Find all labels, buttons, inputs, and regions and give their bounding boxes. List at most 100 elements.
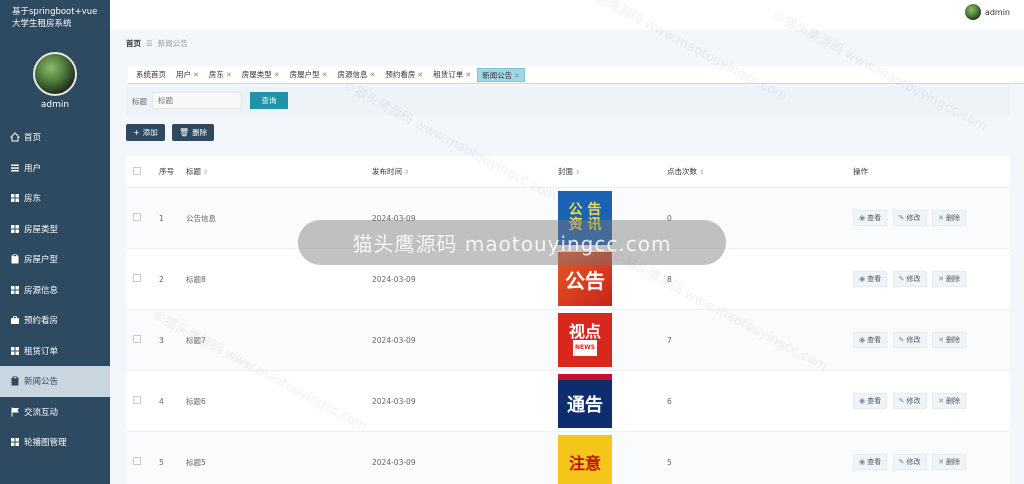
grid-icon bbox=[9, 284, 21, 296]
row-clicks: 8 bbox=[667, 274, 672, 284]
delete-button[interactable]: ✕ 删除 bbox=[932, 454, 966, 470]
edit-button[interactable]: ✎ 修改 bbox=[892, 454, 927, 470]
sort-icon[interactable]: ⇕ bbox=[575, 169, 580, 176]
tag-house-layout[interactable]: 房屋户型 ✕ bbox=[286, 68, 332, 82]
view-button[interactable]: ◉ 查看 bbox=[853, 454, 888, 470]
close-icon[interactable]: ✕ bbox=[193, 71, 199, 79]
edit-icon: ✎ bbox=[898, 275, 905, 283]
edit-button[interactable]: ✎ 修改 bbox=[892, 210, 927, 226]
add-button[interactable]: + 添加 bbox=[126, 124, 165, 141]
clipboard-icon bbox=[9, 253, 21, 265]
close-icon[interactable]: ✕ bbox=[226, 71, 232, 79]
sidebar-item-house-type[interactable]: 房屋类型 bbox=[0, 214, 110, 245]
close-icon[interactable]: ✕ bbox=[417, 71, 423, 79]
header-clicks[interactable]: 点击次数 ⇕ bbox=[667, 166, 853, 177]
breadcrumb-home[interactable]: 首页 bbox=[126, 39, 141, 48]
tag-orders[interactable]: 租赁订单 ✕ bbox=[429, 68, 475, 82]
tag-users[interactable]: 用户 ✕ bbox=[172, 68, 203, 82]
avatar[interactable] bbox=[33, 52, 77, 96]
admin-name: admin bbox=[40, 100, 70, 110]
row-clicks: 5 bbox=[667, 457, 672, 467]
sidebar-menu: 首页 用户 房东 房屋类型 房屋户型 房源信息 预约看房 租赁订单 新闻公告 交… bbox=[0, 122, 110, 458]
search-input[interactable] bbox=[152, 92, 242, 109]
view-button[interactable]: ◉ 查看 bbox=[853, 210, 888, 226]
edit-icon: ✎ bbox=[898, 214, 905, 222]
row-no: 2 bbox=[159, 274, 164, 284]
grid-icon bbox=[9, 223, 21, 235]
table-row: 3 标题7 2024-03-09 视点 NEWS 7 ◉ 查看 ✎ 修改 ✕ 删除 bbox=[126, 310, 1010, 371]
row-checkbox[interactable] bbox=[133, 396, 141, 404]
grid-icon bbox=[9, 192, 21, 204]
search-button[interactable]: 查询 bbox=[250, 92, 288, 109]
sidebar-item-label: 房屋类型 bbox=[24, 224, 59, 235]
row-clicks: 6 bbox=[667, 396, 672, 406]
delete-button[interactable]: ✕ 删除 bbox=[932, 393, 966, 409]
close-icon[interactable]: ✕ bbox=[322, 71, 328, 79]
home-icon bbox=[9, 131, 21, 143]
cover-image[interactable]: 视点 NEWS bbox=[558, 313, 612, 367]
select-all-checkbox[interactable] bbox=[133, 166, 141, 175]
cover-image[interactable]: 通告 bbox=[558, 374, 612, 428]
grid-icon bbox=[9, 436, 21, 448]
row-time: 2024-03-09 bbox=[372, 274, 416, 284]
sidebar-item-orders[interactable]: 租赁订单 bbox=[0, 336, 110, 367]
close-icon[interactable]: ✕ bbox=[274, 71, 280, 79]
sort-icon[interactable]: ⇕ bbox=[203, 169, 208, 176]
briefcase-icon bbox=[9, 314, 21, 326]
row-checkbox[interactable] bbox=[133, 274, 141, 282]
sidebar-item-forum[interactable]: 交流互动 bbox=[0, 397, 110, 428]
delete-button[interactable]: ✕ 删除 bbox=[932, 271, 966, 287]
edit-button[interactable]: ✎ 修改 bbox=[892, 271, 927, 287]
delete-button[interactable]: ✕ 删除 bbox=[932, 210, 966, 226]
close-icon[interactable]: ✕ bbox=[370, 71, 376, 79]
row-time: 2024-03-09 bbox=[372, 457, 416, 467]
plus-icon: + bbox=[133, 128, 140, 137]
row-checkbox[interactable] bbox=[133, 457, 141, 465]
row-time: 2024-03-09 bbox=[372, 396, 416, 406]
sidebar-item-home[interactable]: 首页 bbox=[0, 122, 110, 153]
trash-icon: 🗑 bbox=[179, 128, 190, 137]
view-button[interactable]: ◉ 查看 bbox=[853, 271, 888, 287]
row-checkbox[interactable] bbox=[133, 335, 141, 343]
cover-image[interactable]: 注意 bbox=[558, 435, 612, 484]
row-checkbox[interactable] bbox=[133, 213, 141, 221]
view-button[interactable]: ◉ 查看 bbox=[853, 393, 888, 409]
batch-delete-button[interactable]: 🗑 删除 bbox=[172, 124, 215, 141]
sidebar-item-news[interactable]: 新闻公告 bbox=[0, 366, 110, 397]
sidebar-item-label: 预约看房 bbox=[24, 316, 59, 327]
breadcrumb-separator-icon: ☰ bbox=[146, 39, 153, 48]
sidebar-item-users[interactable]: 用户 bbox=[0, 153, 110, 184]
tag-landlord[interactable]: 房东 ✕ bbox=[205, 68, 236, 82]
sort-icon[interactable]: ⇕ bbox=[699, 169, 704, 176]
close-icon: ✕ bbox=[938, 458, 944, 466]
user-menu[interactable]: admin bbox=[964, 4, 1010, 20]
sidebar-item-viewing[interactable]: 预约看房 bbox=[0, 305, 110, 336]
row-title: 标题6 bbox=[186, 396, 206, 406]
breadcrumb-current: 新闻公告 bbox=[157, 39, 188, 48]
sidebar-item-listings[interactable]: 房源信息 bbox=[0, 275, 110, 306]
eye-icon: ◉ bbox=[859, 336, 866, 344]
edit-button[interactable]: ✎ 修改 bbox=[892, 393, 927, 409]
header-title[interactable]: 标题 ⇕ bbox=[186, 166, 372, 177]
close-icon[interactable]: ✕ bbox=[514, 72, 520, 80]
sidebar-item-house-layout[interactable]: 房屋户型 bbox=[0, 244, 110, 275]
view-button[interactable]: ◉ 查看 bbox=[853, 332, 888, 348]
edit-button[interactable]: ✎ 修改 bbox=[892, 332, 927, 348]
tag-house-type[interactable]: 房屋类型 ✕ bbox=[238, 68, 284, 82]
tag-home[interactable]: 系统首页 bbox=[132, 68, 170, 82]
delete-button[interactable]: ✕ 删除 bbox=[932, 332, 966, 348]
row-title: 标题5 bbox=[186, 457, 206, 467]
tag-news[interactable]: 新闻公告 ✕ bbox=[477, 67, 525, 82]
grid-icon bbox=[9, 345, 21, 357]
header-time[interactable]: 发布时间 ⇕ bbox=[372, 166, 558, 177]
eye-icon: ◉ bbox=[859, 214, 866, 222]
close-icon[interactable]: ✕ bbox=[465, 71, 471, 79]
close-icon: ✕ bbox=[938, 214, 944, 222]
sidebar-item-carousel[interactable]: 轮播图管理 bbox=[0, 427, 110, 458]
row-time: 2024-03-09 bbox=[372, 335, 416, 345]
header-cover[interactable]: 封面 ⇕ bbox=[558, 166, 667, 177]
sidebar-item-landlord[interactable]: 房东 bbox=[0, 183, 110, 214]
sort-icon[interactable]: ⇕ bbox=[404, 169, 409, 176]
tag-listings[interactable]: 房源信息 ✕ bbox=[334, 68, 380, 82]
tag-viewing[interactable]: 预约看房 ✕ bbox=[381, 68, 427, 82]
